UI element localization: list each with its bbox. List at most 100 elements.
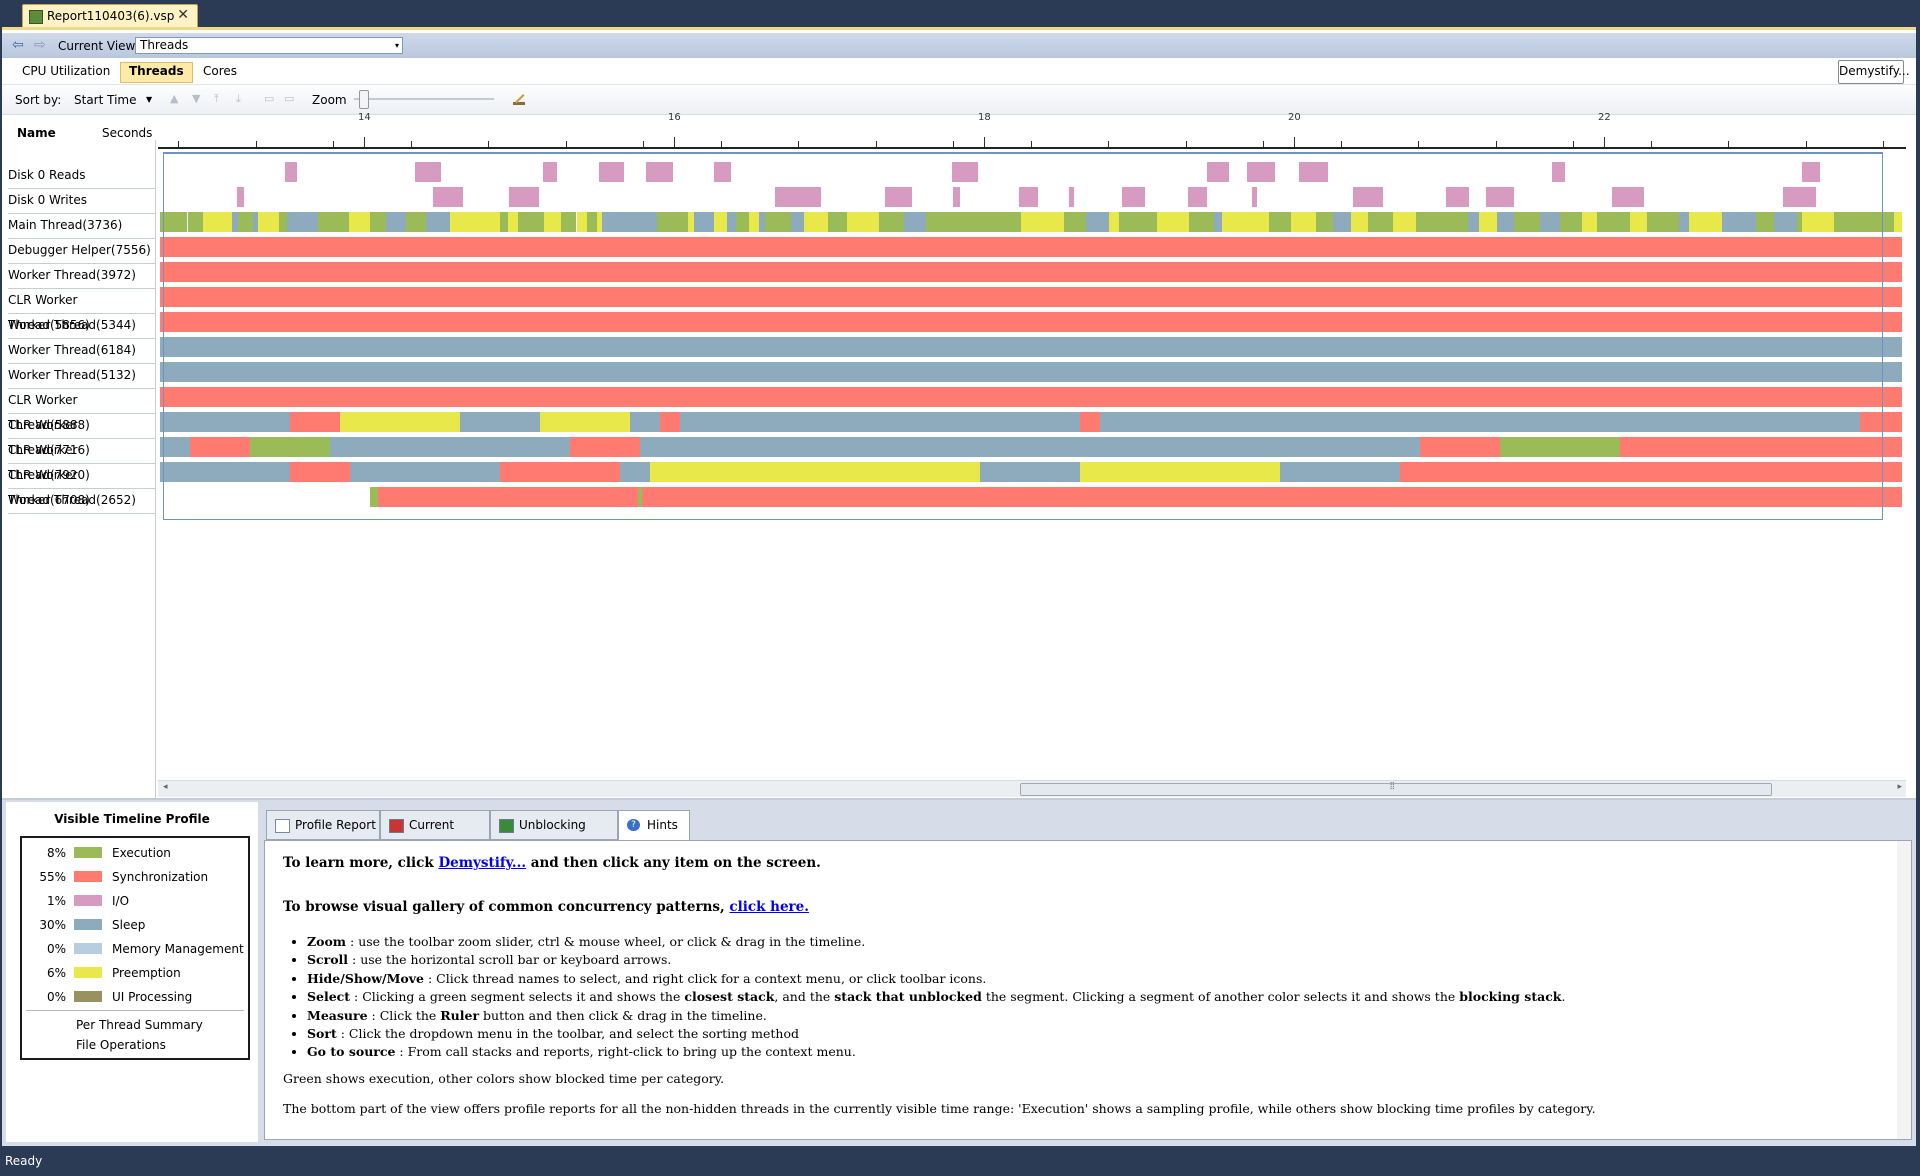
- tab-cores[interactable]: Cores: [195, 62, 245, 81]
- timeline-segment[interactable]: [1118, 212, 1139, 232]
- timeline-segment[interactable]: [1478, 212, 1498, 232]
- timeline-segment[interactable]: [1807, 187, 1817, 207]
- timeline-segment[interactable]: [1620, 437, 1902, 457]
- timeline-segment[interactable]: [803, 212, 816, 232]
- timeline-segment[interactable]: [187, 212, 204, 232]
- timeline-segment[interactable]: [250, 437, 330, 457]
- timeline-segment[interactable]: [996, 212, 1013, 232]
- timeline-segment[interactable]: [1875, 212, 1895, 232]
- timeline-segment[interactable]: [620, 462, 650, 482]
- timeline-segment[interactable]: [1823, 212, 1835, 232]
- timeline-segment[interactable]: [331, 212, 350, 232]
- timeline-segment[interactable]: [1743, 212, 1756, 232]
- timeline-segment[interactable]: [560, 212, 577, 232]
- thread-name[interactable]: CLR Worker Thread(5888): [8, 388, 156, 432]
- timeline-segment[interactable]: [318, 212, 332, 232]
- demystify-button[interactable]: Demystify...: [1838, 60, 1910, 84]
- timeline-segment[interactable]: [791, 212, 804, 232]
- timeline-segment[interactable]: [1171, 212, 1190, 232]
- timeline-segment[interactable]: [257, 212, 279, 232]
- timeline-segment[interactable]: [350, 462, 500, 482]
- thread-name[interactable]: Worker Thread(3972): [8, 263, 156, 289]
- timeline-segment[interactable]: [160, 412, 290, 432]
- timeline-segment[interactable]: [160, 362, 1902, 382]
- legend-row[interactable]: 55% Synchronization: [22, 866, 248, 888]
- timeline-segment[interactable]: [1080, 412, 1100, 432]
- timeline-segment[interactable]: [1298, 162, 1329, 182]
- timeline-segment[interactable]: [1021, 212, 1031, 232]
- timeline-segment[interactable]: [543, 212, 561, 232]
- timeline-segment[interactable]: [190, 437, 250, 457]
- timeline-segment[interactable]: [1560, 212, 1582, 232]
- thread-lane[interactable]: [160, 387, 1902, 407]
- timeline-segment[interactable]: [1085, 212, 1109, 232]
- timeline-segment[interactable]: [1138, 212, 1158, 232]
- timeline-segment[interactable]: [576, 212, 587, 232]
- timeline-segment[interactable]: [1188, 187, 1207, 207]
- timeline-segment[interactable]: [586, 212, 598, 232]
- timeline-segment[interactable]: [1018, 187, 1039, 207]
- timeline-segment[interactable]: [378, 487, 638, 507]
- timeline-segment[interactable]: [1100, 412, 1480, 432]
- timeline-horizontal-scrollbar[interactable]: ◂ ⦙⦙ ▸: [158, 780, 1906, 797]
- timeline-segment[interactable]: [915, 212, 926, 232]
- tab-cpu-utilization[interactable]: CPU Utilization: [14, 62, 118, 81]
- timeline[interactable]: 14 16 18 20 22: [158, 110, 1906, 780]
- thread-name[interactable]: Worker Thread(2652): [8, 488, 156, 514]
- timeline-segment[interactable]: [630, 412, 660, 432]
- timeline-segment[interactable]: [1189, 212, 1214, 232]
- timeline-segment[interactable]: [543, 162, 557, 182]
- timeline-segment[interactable]: [660, 412, 680, 432]
- thread-name[interactable]: CLR Worker Thread(7716): [8, 413, 156, 457]
- legend-row[interactable]: 8% Execution: [22, 842, 248, 864]
- timeline-segment[interactable]: [598, 162, 625, 182]
- timeline-segment[interactable]: [1448, 212, 1469, 232]
- timeline-segment[interactable]: [160, 237, 1902, 257]
- timeline-segment[interactable]: [1280, 462, 1400, 482]
- timeline-segment[interactable]: [1445, 187, 1469, 207]
- timeline-segment[interactable]: [1030, 212, 1047, 232]
- timeline-segment[interactable]: [642, 212, 657, 232]
- timeline-segment[interactable]: [1497, 212, 1514, 232]
- timeline-segment[interactable]: [1064, 212, 1086, 232]
- timeline-segment[interactable]: [286, 212, 295, 232]
- timeline-segment[interactable]: [1612, 187, 1640, 207]
- timeline-segment[interactable]: [640, 437, 1020, 457]
- timeline-segment[interactable]: [956, 212, 977, 232]
- thread-lane[interactable]: [160, 162, 1902, 182]
- timeline-segment[interactable]: [1244, 212, 1270, 232]
- thread-lane[interactable]: [160, 337, 1902, 357]
- legend-row[interactable]: 30% Sleep: [22, 914, 248, 936]
- timeline-segment[interactable]: [885, 187, 913, 207]
- timeline-segment[interactable]: [1157, 212, 1172, 232]
- timeline-segment[interactable]: [499, 212, 508, 232]
- thread-lane[interactable]: [160, 362, 1902, 382]
- timeline-segment[interactable]: [330, 437, 570, 457]
- timeline-segment[interactable]: [1252, 187, 1258, 207]
- timeline-segment[interactable]: [1440, 212, 1449, 232]
- timeline-segment[interactable]: [1539, 212, 1561, 232]
- tab-profile-report[interactable]: Profile Report: [266, 810, 380, 840]
- timeline-segment[interactable]: [1108, 212, 1119, 232]
- hints-vertical-scrollbar[interactable]: [1897, 841, 1911, 1139]
- timeline-segment[interactable]: [938, 212, 957, 232]
- timeline-segment[interactable]: [748, 212, 760, 232]
- timeline-segment[interactable]: [1597, 212, 1615, 232]
- tab-unblocking-stack[interactable]: Unblocking stack: [490, 810, 618, 860]
- file-operations-link[interactable]: File Operations: [76, 1038, 166, 1052]
- timeline-segment[interactable]: [1207, 162, 1230, 182]
- timeline-segment[interactable]: [1068, 187, 1075, 207]
- timeline-segment[interactable]: [925, 212, 939, 232]
- timeline-segment[interactable]: [406, 212, 426, 232]
- tab-current-stack[interactable]: Current stack: [380, 810, 490, 860]
- scrollbar-thumb[interactable]: [1020, 783, 1772, 796]
- timeline-segment[interactable]: [1679, 212, 1689, 232]
- forward-arrow-icon[interactable]: ⇨: [34, 37, 46, 53]
- timeline-segment[interactable]: [237, 212, 253, 232]
- timeline-segment[interactable]: [769, 212, 787, 232]
- gallery-link[interactable]: click here.: [729, 899, 809, 915]
- timeline-segment[interactable]: [206, 212, 233, 232]
- timeline-segment[interactable]: [1480, 412, 1860, 432]
- timeline-segment[interactable]: [642, 487, 1902, 507]
- timeline-segment[interactable]: [509, 187, 539, 207]
